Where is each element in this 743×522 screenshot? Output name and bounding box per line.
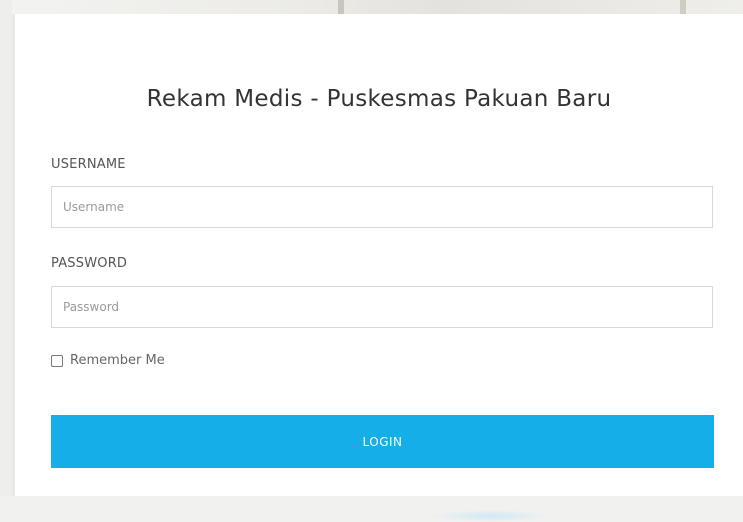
remember-me-label: Remember Me (70, 353, 165, 368)
background-streak (680, 0, 686, 14)
login-card: Rekam Medis - Puskesmas Pakuan Baru USER… (15, 14, 743, 496)
background-image-left (0, 0, 12, 522)
page-title: Rekam Medis - Puskesmas Pakuan Baru (146, 86, 612, 112)
username-input[interactable] (51, 186, 713, 228)
background-glow (430, 510, 550, 522)
background-image-top (0, 0, 743, 14)
remember-me-toggle[interactable]: Remember Me (51, 353, 165, 368)
password-label: PASSWORD (51, 256, 128, 271)
login-button[interactable]: LOGIN (51, 415, 714, 468)
password-input[interactable] (51, 286, 713, 328)
username-label: USERNAME (51, 157, 126, 172)
background-streak (338, 0, 344, 14)
remember-me-checkbox[interactable] (51, 354, 63, 367)
background-image-bottom (0, 496, 743, 522)
